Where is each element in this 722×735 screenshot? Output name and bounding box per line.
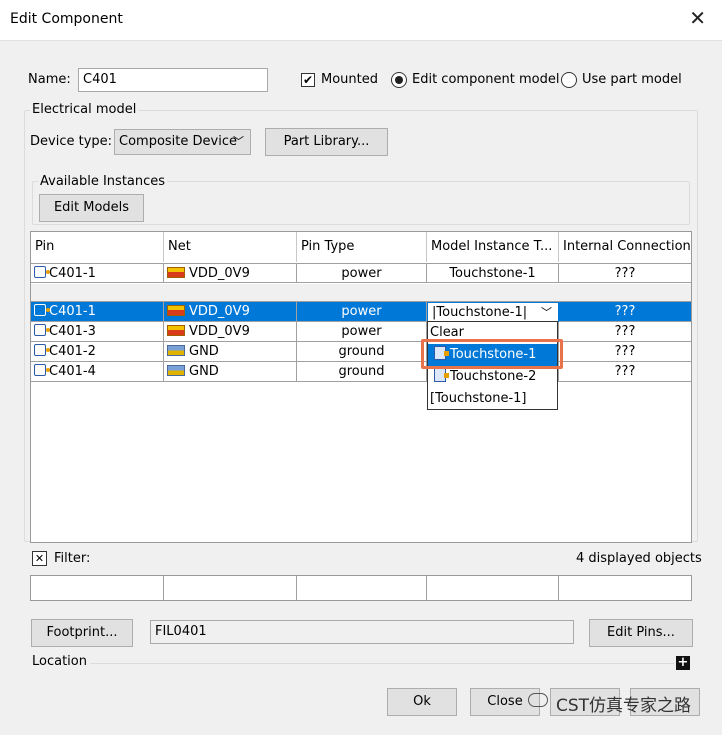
edit-component-model-label: Edit component model (412, 72, 560, 87)
filter-input-net[interactable] (164, 576, 297, 600)
wechat-icon (528, 693, 548, 707)
edit-models-button[interactable]: Edit Models (39, 194, 144, 222)
pin-icon (34, 304, 50, 316)
table-row-net[interactable]: VDD_0V9 (164, 302, 297, 322)
table-row-type[interactable]: power (297, 322, 427, 342)
displayed-count: 4 displayed objects (576, 551, 702, 566)
ground-net-icon (167, 365, 185, 376)
use-part-model-label: Use part model (582, 72, 682, 87)
ok-button[interactable]: Ok (387, 688, 457, 716)
electrical-model-label: Electrical model (30, 102, 139, 117)
table-row-type[interactable]: ground (297, 342, 427, 362)
table-row-conn[interactable]: ??? (559, 322, 691, 342)
table-row-net[interactable]: VDD_0V9 (164, 322, 297, 342)
use-part-model-radio[interactable] (561, 72, 577, 88)
filter-input-conn[interactable] (559, 576, 691, 600)
edit-pins-button[interactable]: Edit Pins... (589, 619, 693, 647)
table-row-pin[interactable]: C401-2 (31, 342, 164, 362)
ground-net-icon (167, 345, 185, 356)
filter-clear-icon[interactable]: ✕ (32, 551, 47, 566)
table-row-top-model[interactable]: Touchstone-1 (427, 263, 559, 283)
window-title: Edit Component (10, 11, 123, 27)
filter-inputs-row (30, 575, 692, 601)
name-input[interactable]: C401 (78, 68, 268, 92)
table-row-conn[interactable]: ??? (559, 342, 691, 362)
footprint-field[interactable]: FIL0401 (150, 620, 574, 644)
table-row-type[interactable]: power (297, 302, 427, 322)
mounted-label: Mounted (321, 72, 378, 87)
header-net[interactable]: Net (164, 232, 297, 262)
header-pin[interactable]: Pin (31, 232, 164, 262)
pin-icon (34, 344, 50, 356)
location-label: Location (32, 654, 87, 669)
power-net-icon (167, 305, 185, 316)
pins-table: Pin Net Pin Type Model Instance T... Int… (30, 231, 692, 543)
table-row-top-type[interactable]: power (297, 263, 427, 283)
header-internal-connection[interactable]: Internal Connection (559, 232, 691, 262)
chevron-down-icon: ﹀ (541, 306, 552, 319)
power-net-icon (167, 325, 185, 336)
close-icon[interactable]: ✕ (689, 8, 706, 28)
table-row-pin[interactable]: C401-1 (31, 302, 164, 322)
available-instances-label: Available Instances (38, 174, 168, 189)
header-model-instance[interactable]: Model Instance T... (427, 232, 559, 262)
expand-location-icon[interactable]: + (676, 656, 690, 670)
table-row-conn[interactable]: ??? (559, 302, 691, 322)
table-row-top-pin[interactable]: C401-1 (31, 263, 164, 283)
filter-input-model[interactable] (427, 576, 559, 600)
mounted-checkbox[interactable]: ✔ (301, 73, 315, 87)
name-label: Name: (28, 72, 71, 87)
pin-icon (34, 324, 50, 336)
pin-icon (34, 364, 50, 376)
header-pin-type[interactable]: Pin Type (297, 232, 427, 262)
model-instance-combo-value: |Touchstone-1| (432, 305, 528, 320)
edit-component-model-radio[interactable] (391, 72, 407, 88)
power-net-icon (167, 267, 185, 278)
table-row-top-conn[interactable]: ??? (559, 263, 691, 283)
table-row-pin[interactable]: C401-4 (31, 362, 164, 382)
device-type-combo[interactable]: Composite Device ﹀ (114, 129, 251, 155)
touchstone-icon (434, 368, 449, 382)
filter-label: Filter: (54, 551, 91, 566)
pin-icon (34, 266, 50, 278)
highlight-box (421, 339, 563, 369)
chevron-down-icon: ﹀ (233, 135, 244, 148)
table-row-net[interactable]: GND (164, 342, 297, 362)
filter-input-pin[interactable] (31, 576, 164, 600)
location-divider (90, 663, 674, 664)
table-row-type[interactable]: ground (297, 362, 427, 382)
part-library-button[interactable]: Part Library... (265, 128, 388, 156)
table-row-net[interactable]: GND (164, 362, 297, 382)
footprint-button[interactable]: Footprint... (31, 619, 133, 647)
table-row-conn[interactable]: ??? (559, 362, 691, 382)
device-type-value: Composite Device (119, 134, 237, 149)
table-separator (31, 284, 691, 302)
device-type-label: Device type: (30, 134, 113, 149)
table-row-pin[interactable]: C401-3 (31, 322, 164, 342)
dropdown-item-touchstone-2[interactable]: Touchstone-2 (428, 366, 557, 388)
filter-input-pin-type[interactable] (297, 576, 427, 600)
watermark-text: CST仿真专家之路 (556, 696, 692, 716)
model-instance-combo[interactable]: |Touchstone-1| ﹀ (427, 302, 559, 322)
table-row-top-net[interactable]: VDD_0V9 (164, 263, 297, 283)
dropdown-item-touchstone-1-bracketed[interactable]: [Touchstone-1] (428, 388, 557, 410)
